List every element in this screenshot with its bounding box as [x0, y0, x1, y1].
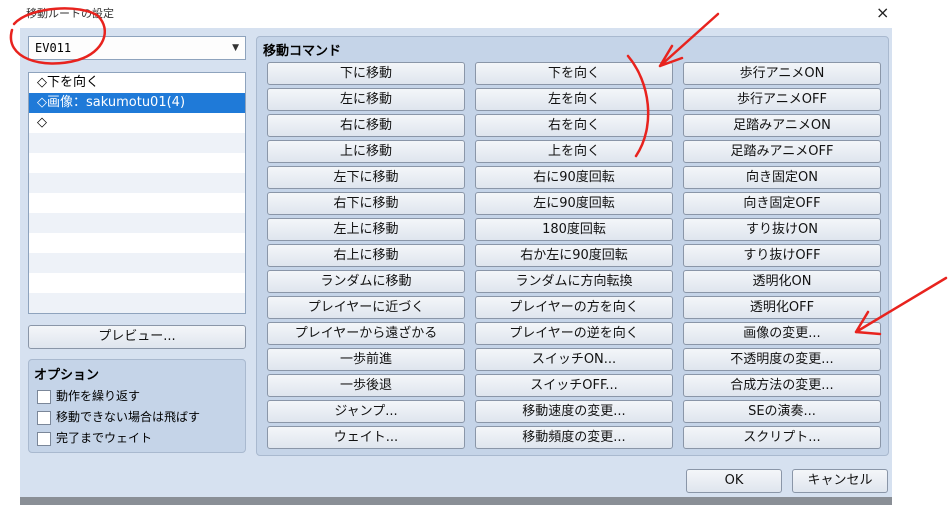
move-command-button[interactable]: スイッチOFF...: [475, 374, 673, 397]
close-icon[interactable]: ×: [876, 3, 889, 22]
checkbox[interactable]: [37, 389, 51, 404]
move-command-button[interactable]: 下に移動: [267, 62, 465, 85]
move-commands-title: 移動コマンド: [263, 44, 342, 59]
move-command-button[interactable]: 左を向く: [475, 88, 673, 111]
move-command-button[interactable]: 不透明度の変更...: [683, 348, 881, 371]
move-command-button[interactable]: 右を向く: [475, 114, 673, 137]
option-skip[interactable]: 移動できない場合は飛ばす: [37, 409, 200, 427]
move-command-button[interactable]: プレイヤーから遠ざかる: [267, 322, 465, 345]
move-command-button[interactable]: 左下に移動: [267, 166, 465, 189]
list-item[interactable]: [29, 273, 245, 293]
move-command-button[interactable]: 上を向く: [475, 140, 673, 163]
move-command-button[interactable]: 上に移動: [267, 140, 465, 163]
move-command-button[interactable]: 足踏みアニメOFF: [683, 140, 881, 163]
background-strip: [20, 497, 892, 505]
move-command-button[interactable]: 画像の変更...: [683, 322, 881, 345]
ok-button[interactable]: OK: [686, 469, 782, 493]
move-command-button[interactable]: 足踏みアニメON: [683, 114, 881, 137]
options-title: オプション: [34, 368, 100, 383]
list-item[interactable]: ◇画像：sakumotu01(4): [29, 93, 245, 113]
checkbox[interactable]: [37, 410, 51, 425]
list-item[interactable]: [29, 253, 245, 273]
move-command-button[interactable]: 歩行アニメON: [683, 62, 881, 85]
option-wait[interactable]: 完了までウェイト: [37, 430, 152, 448]
cancel-button[interactable]: キャンセル: [792, 469, 888, 493]
move-command-button[interactable]: スイッチON...: [475, 348, 673, 371]
list-item[interactable]: [29, 233, 245, 253]
move-command-button[interactable]: 左上に移動: [267, 218, 465, 241]
move-command-button[interactable]: 歩行アニメOFF: [683, 88, 881, 111]
move-command-button[interactable]: 下を向く: [475, 62, 673, 85]
move-command-button[interactable]: SEの演奏...: [683, 400, 881, 423]
option-label: 完了までウェイト: [56, 431, 153, 445]
chevron-down-icon: ▼: [232, 43, 239, 53]
move-command-button[interactable]: 右に移動: [267, 114, 465, 137]
move-command-button[interactable]: 右下に移動: [267, 192, 465, 215]
move-command-button[interactable]: 180度回転: [475, 218, 673, 241]
move-command-button[interactable]: 向き固定OFF: [683, 192, 881, 215]
list-item[interactable]: [29, 293, 245, 313]
move-command-button[interactable]: 左に移動: [267, 88, 465, 111]
move-command-button[interactable]: 合成方法の変更...: [683, 374, 881, 397]
list-item[interactable]: [29, 133, 245, 153]
route-list[interactable]: ◇下を向く ◇画像：sakumotu01(4) ◇: [28, 72, 246, 314]
move-command-button[interactable]: 右上に移動: [267, 244, 465, 267]
window-title: 移動ルートの設定: [26, 7, 114, 20]
option-label: 移動できない場合は飛ばす: [56, 410, 201, 424]
move-command-button[interactable]: プレイヤーの逆を向く: [475, 322, 673, 345]
move-command-button[interactable]: 向き固定ON: [683, 166, 881, 189]
move-command-button[interactable]: 右か左に90度回転: [475, 244, 673, 267]
move-command-button[interactable]: すり抜けOFF: [683, 244, 881, 267]
list-item[interactable]: [29, 153, 245, 173]
move-command-button[interactable]: スクリプト...: [683, 426, 881, 449]
list-item[interactable]: ◇: [29, 113, 245, 133]
list-item[interactable]: ◇下を向く: [29, 73, 245, 93]
options-group: オプション 動作を繰り返す 移動できない場合は飛ばす 完了までウェイト: [28, 359, 246, 453]
move-command-button[interactable]: すり抜けON: [683, 218, 881, 241]
preview-button[interactable]: プレビュー...: [28, 325, 246, 349]
move-command-button[interactable]: 一歩後退: [267, 374, 465, 397]
move-command-button[interactable]: ジャンプ...: [267, 400, 465, 423]
move-command-button[interactable]: 右に90度回転: [475, 166, 673, 189]
title-bar: 移動ルートの設定 ×: [0, 0, 900, 28]
option-repeat[interactable]: 動作を繰り返す: [37, 388, 140, 406]
list-item[interactable]: [29, 213, 245, 233]
checkbox[interactable]: [37, 431, 51, 446]
move-command-button[interactable]: 透明化OFF: [683, 296, 881, 319]
move-command-button[interactable]: ウェイト...: [267, 426, 465, 449]
option-label: 動作を繰り返す: [56, 389, 141, 403]
event-select-value: EV011: [35, 41, 72, 55]
event-select[interactable]: EV011 ▼: [28, 36, 246, 60]
move-command-button[interactable]: 一歩前進: [267, 348, 465, 371]
list-item[interactable]: [29, 193, 245, 213]
move-command-button[interactable]: プレイヤーに近づく: [267, 296, 465, 319]
move-command-button[interactable]: 移動頻度の変更...: [475, 426, 673, 449]
move-command-button[interactable]: 移動速度の変更...: [475, 400, 673, 423]
move-command-button[interactable]: 左に90度回転: [475, 192, 673, 215]
move-command-button[interactable]: ランダムに移動: [267, 270, 465, 293]
move-command-button[interactable]: プレイヤーの方を向く: [475, 296, 673, 319]
move-command-button[interactable]: ランダムに方向転換: [475, 270, 673, 293]
list-item[interactable]: [29, 173, 245, 193]
move-command-button[interactable]: 透明化ON: [683, 270, 881, 293]
